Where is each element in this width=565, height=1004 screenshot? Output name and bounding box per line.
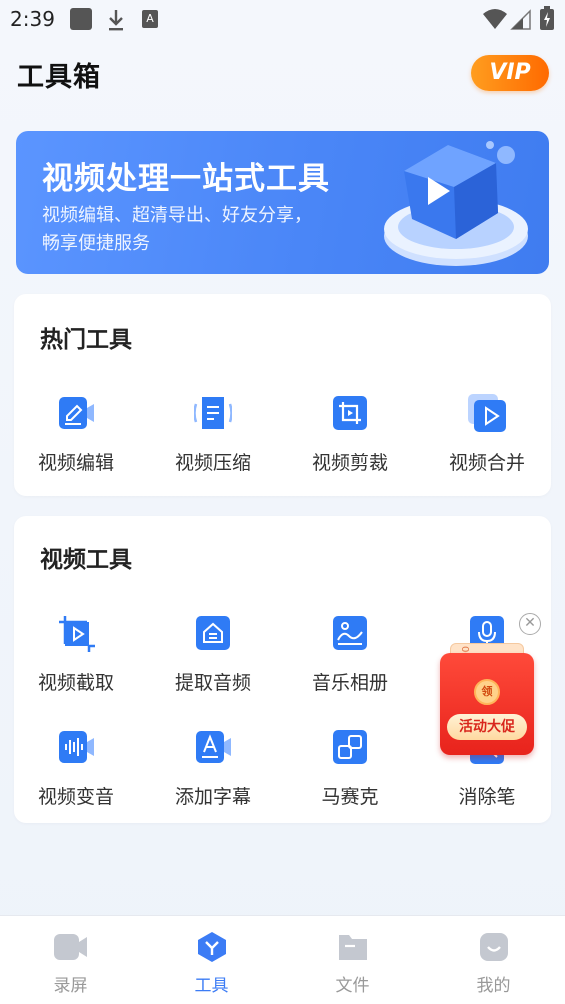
- record-icon: [53, 931, 89, 963]
- tool-video-compress[interactable]: 视频压缩: [148, 394, 278, 475]
- tool-label: 马赛克: [321, 786, 379, 808]
- promo-banner[interactable]: 视频处理一站式工具 视频编辑、超清导出、好友分享，畅享便捷服务: [16, 131, 549, 274]
- video-tools-title: 视频工具: [40, 547, 132, 573]
- folder-icon: [335, 931, 371, 963]
- extract-audio-icon: [194, 614, 232, 652]
- tool-label: 提取音频: [174, 672, 251, 694]
- tool-label: 视频编辑: [37, 452, 114, 474]
- wifi-icon: [483, 9, 507, 29]
- play-cube-icon: [384, 141, 528, 266]
- hot-tools-title: 热门工具: [40, 327, 132, 353]
- a-icon: A: [142, 10, 158, 28]
- banner-subtitle: 视频编辑、超清导出、好友分享，畅享便捷服务: [42, 205, 312, 254]
- status-bar: 2:39 A: [0, 0, 565, 38]
- square-icon: [70, 8, 92, 30]
- profile-icon: [476, 931, 512, 963]
- promo-coin: 领: [474, 679, 500, 705]
- tool-label: 添加字幕: [174, 786, 251, 808]
- tool-label: 音乐相册: [311, 672, 388, 694]
- tool-video-merge[interactable]: 视频合并: [422, 394, 552, 475]
- add-subtitle-icon: [194, 728, 232, 766]
- signal-icon: [510, 9, 531, 30]
- tool-music-album[interactable]: 音乐相册: [285, 614, 415, 695]
- bottom-nav: 录屏 工具 文件 我的: [0, 915, 565, 1004]
- tool-video-crop[interactable]: 视频剪裁: [285, 394, 415, 475]
- crop-video-icon: [331, 394, 369, 432]
- tool-label: 视频合并: [448, 452, 525, 474]
- tools-icon: [194, 931, 230, 963]
- mosaic-icon: [331, 728, 369, 766]
- nav-label: 工具: [194, 976, 229, 996]
- promo-close-button[interactable]: ✕: [519, 613, 541, 635]
- download-icon: [109, 10, 123, 31]
- tool-mosaic[interactable]: 马赛克: [285, 728, 415, 809]
- nav-profile[interactable]: 我的: [423, 916, 564, 1004]
- merge-video-icon: [468, 394, 506, 432]
- clip-video-icon: [57, 614, 95, 652]
- tool-label: 视频压缩: [174, 452, 251, 474]
- voice-change-icon: [57, 728, 95, 766]
- status-time: 2:39: [10, 7, 55, 31]
- tool-label: 视频变音: [37, 786, 114, 808]
- promo-red-envelope[interactable]: 100 领 活动大促: [440, 643, 534, 755]
- banner-title: 视频处理一站式工具: [42, 161, 330, 197]
- page-title: 工具箱: [17, 62, 101, 93]
- nav-label: 文件: [335, 976, 370, 996]
- tool-video-clip[interactable]: 视频截取: [11, 614, 141, 695]
- compress-video-icon: [193, 394, 233, 432]
- tool-video-edit[interactable]: 视频编辑: [11, 394, 141, 475]
- music-album-icon: [331, 614, 369, 652]
- tool-label: 视频截取: [37, 672, 114, 694]
- nav-record[interactable]: 录屏: [0, 916, 141, 1004]
- tool-voice-change[interactable]: 视频变音: [11, 728, 141, 809]
- hot-tools-card: 热门工具 视频编辑 视频压缩 视频剪裁 视频合并: [14, 294, 551, 496]
- tool-extract-audio[interactable]: 提取音频: [148, 614, 278, 695]
- promo-label: 活动大促: [447, 714, 527, 740]
- vip-button[interactable]: VIP: [471, 55, 549, 91]
- tool-label: 视频剪裁: [311, 452, 388, 474]
- tool-add-subtitle[interactable]: 添加字幕: [148, 728, 278, 809]
- tool-label: 消除笔: [458, 786, 516, 808]
- edit-video-icon: [57, 394, 95, 432]
- nav-label: 我的: [476, 976, 511, 996]
- battery-icon: [540, 6, 554, 30]
- nav-files[interactable]: 文件: [282, 916, 423, 1004]
- nav-tools[interactable]: 工具: [141, 916, 282, 1004]
- nav-label: 录屏: [53, 976, 88, 996]
